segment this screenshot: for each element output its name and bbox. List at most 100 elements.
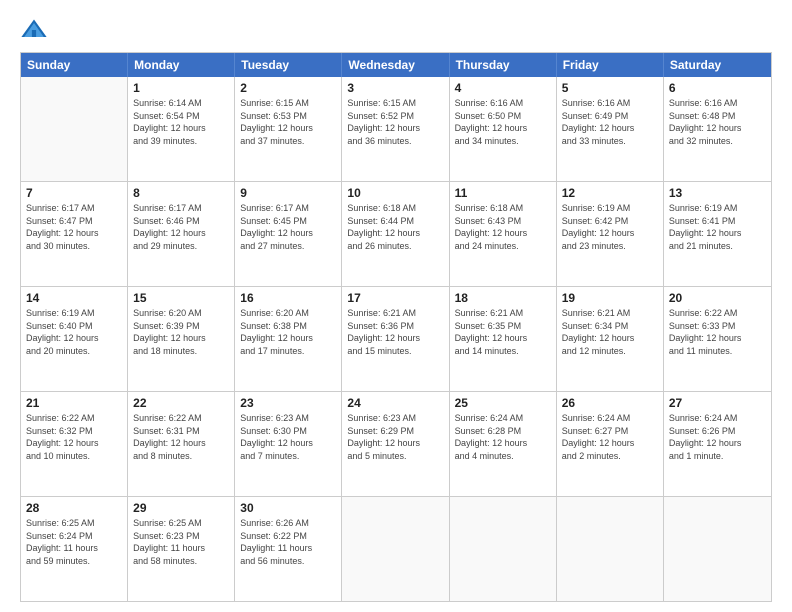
calendar-cell: 14Sunrise: 6:19 AM Sunset: 6:40 PM Dayli… [21,287,128,391]
calendar-cell: 30Sunrise: 6:26 AM Sunset: 6:22 PM Dayli… [235,497,342,601]
day-info: Sunrise: 6:17 AM Sunset: 6:46 PM Dayligh… [133,202,229,252]
day-info: Sunrise: 6:17 AM Sunset: 6:45 PM Dayligh… [240,202,336,252]
day-number: 24 [347,395,443,411]
day-number: 8 [133,185,229,201]
calendar-cell: 7Sunrise: 6:17 AM Sunset: 6:47 PM Daylig… [21,182,128,286]
day-info: Sunrise: 6:19 AM Sunset: 6:41 PM Dayligh… [669,202,766,252]
day-info: Sunrise: 6:20 AM Sunset: 6:38 PM Dayligh… [240,307,336,357]
calendar-cell [21,77,128,181]
calendar-cell: 23Sunrise: 6:23 AM Sunset: 6:30 PM Dayli… [235,392,342,496]
day-number: 30 [240,500,336,516]
calendar-cell: 9Sunrise: 6:17 AM Sunset: 6:45 PM Daylig… [235,182,342,286]
calendar-header: SundayMondayTuesdayWednesdayThursdayFrid… [21,53,771,77]
day-number: 23 [240,395,336,411]
day-info: Sunrise: 6:22 AM Sunset: 6:31 PM Dayligh… [133,412,229,462]
day-info: Sunrise: 6:19 AM Sunset: 6:42 PM Dayligh… [562,202,658,252]
calendar-cell [450,497,557,601]
calendar-row-1: 1Sunrise: 6:14 AM Sunset: 6:54 PM Daylig… [21,77,771,181]
day-number: 28 [26,500,122,516]
day-number: 27 [669,395,766,411]
day-number: 6 [669,80,766,96]
day-info: Sunrise: 6:23 AM Sunset: 6:29 PM Dayligh… [347,412,443,462]
calendar-body: 1Sunrise: 6:14 AM Sunset: 6:54 PM Daylig… [21,77,771,601]
calendar-cell: 28Sunrise: 6:25 AM Sunset: 6:24 PM Dayli… [21,497,128,601]
calendar-cell: 21Sunrise: 6:22 AM Sunset: 6:32 PM Dayli… [21,392,128,496]
day-number: 11 [455,185,551,201]
day-info: Sunrise: 6:14 AM Sunset: 6:54 PM Dayligh… [133,97,229,147]
calendar-cell: 11Sunrise: 6:18 AM Sunset: 6:43 PM Dayli… [450,182,557,286]
day-number: 7 [26,185,122,201]
day-info: Sunrise: 6:24 AM Sunset: 6:26 PM Dayligh… [669,412,766,462]
calendar-cell: 17Sunrise: 6:21 AM Sunset: 6:36 PM Dayli… [342,287,449,391]
day-info: Sunrise: 6:20 AM Sunset: 6:39 PM Dayligh… [133,307,229,357]
calendar-cell [342,497,449,601]
day-info: Sunrise: 6:19 AM Sunset: 6:40 PM Dayligh… [26,307,122,357]
calendar-row-5: 28Sunrise: 6:25 AM Sunset: 6:24 PM Dayli… [21,496,771,601]
day-number: 1 [133,80,229,96]
day-info: Sunrise: 6:18 AM Sunset: 6:44 PM Dayligh… [347,202,443,252]
day-info: Sunrise: 6:15 AM Sunset: 6:52 PM Dayligh… [347,97,443,147]
calendar-cell: 19Sunrise: 6:21 AM Sunset: 6:34 PM Dayli… [557,287,664,391]
day-info: Sunrise: 6:24 AM Sunset: 6:27 PM Dayligh… [562,412,658,462]
logo-icon [20,16,48,44]
calendar-cell: 10Sunrise: 6:18 AM Sunset: 6:44 PM Dayli… [342,182,449,286]
header-day-friday: Friday [557,53,664,77]
calendar-cell: 5Sunrise: 6:16 AM Sunset: 6:49 PM Daylig… [557,77,664,181]
day-info: Sunrise: 6:16 AM Sunset: 6:48 PM Dayligh… [669,97,766,147]
header-day-saturday: Saturday [664,53,771,77]
calendar-cell: 12Sunrise: 6:19 AM Sunset: 6:42 PM Dayli… [557,182,664,286]
day-number: 21 [26,395,122,411]
day-number: 5 [562,80,658,96]
calendar-cell: 4Sunrise: 6:16 AM Sunset: 6:50 PM Daylig… [450,77,557,181]
day-info: Sunrise: 6:17 AM Sunset: 6:47 PM Dayligh… [26,202,122,252]
logo [20,16,52,44]
calendar-row-2: 7Sunrise: 6:17 AM Sunset: 6:47 PM Daylig… [21,181,771,286]
calendar-cell: 29Sunrise: 6:25 AM Sunset: 6:23 PM Dayli… [128,497,235,601]
day-number: 10 [347,185,443,201]
day-number: 9 [240,185,336,201]
day-number: 12 [562,185,658,201]
calendar-cell: 16Sunrise: 6:20 AM Sunset: 6:38 PM Dayli… [235,287,342,391]
header [20,16,772,44]
calendar-row-4: 21Sunrise: 6:22 AM Sunset: 6:32 PM Dayli… [21,391,771,496]
day-number: 29 [133,500,229,516]
day-number: 20 [669,290,766,306]
day-info: Sunrise: 6:23 AM Sunset: 6:30 PM Dayligh… [240,412,336,462]
calendar: SundayMondayTuesdayWednesdayThursdayFrid… [20,52,772,602]
calendar-row-3: 14Sunrise: 6:19 AM Sunset: 6:40 PM Dayli… [21,286,771,391]
day-info: Sunrise: 6:16 AM Sunset: 6:50 PM Dayligh… [455,97,551,147]
calendar-cell: 22Sunrise: 6:22 AM Sunset: 6:31 PM Dayli… [128,392,235,496]
page: SundayMondayTuesdayWednesdayThursdayFrid… [0,0,792,612]
day-number: 17 [347,290,443,306]
day-info: Sunrise: 6:21 AM Sunset: 6:36 PM Dayligh… [347,307,443,357]
calendar-cell: 6Sunrise: 6:16 AM Sunset: 6:48 PM Daylig… [664,77,771,181]
day-info: Sunrise: 6:21 AM Sunset: 6:35 PM Dayligh… [455,307,551,357]
calendar-cell [557,497,664,601]
day-info: Sunrise: 6:26 AM Sunset: 6:22 PM Dayligh… [240,517,336,567]
day-info: Sunrise: 6:25 AM Sunset: 6:24 PM Dayligh… [26,517,122,567]
calendar-cell: 25Sunrise: 6:24 AM Sunset: 6:28 PM Dayli… [450,392,557,496]
calendar-cell: 20Sunrise: 6:22 AM Sunset: 6:33 PM Dayli… [664,287,771,391]
calendar-cell: 2Sunrise: 6:15 AM Sunset: 6:53 PM Daylig… [235,77,342,181]
day-info: Sunrise: 6:18 AM Sunset: 6:43 PM Dayligh… [455,202,551,252]
header-day-wednesday: Wednesday [342,53,449,77]
header-day-sunday: Sunday [21,53,128,77]
calendar-cell: 3Sunrise: 6:15 AM Sunset: 6:52 PM Daylig… [342,77,449,181]
header-day-tuesday: Tuesday [235,53,342,77]
day-number: 4 [455,80,551,96]
calendar-cell: 13Sunrise: 6:19 AM Sunset: 6:41 PM Dayli… [664,182,771,286]
calendar-cell: 1Sunrise: 6:14 AM Sunset: 6:54 PM Daylig… [128,77,235,181]
calendar-cell: 15Sunrise: 6:20 AM Sunset: 6:39 PM Dayli… [128,287,235,391]
calendar-cell: 24Sunrise: 6:23 AM Sunset: 6:29 PM Dayli… [342,392,449,496]
day-number: 19 [562,290,658,306]
day-number: 2 [240,80,336,96]
day-info: Sunrise: 6:21 AM Sunset: 6:34 PM Dayligh… [562,307,658,357]
header-day-thursday: Thursday [450,53,557,77]
day-number: 16 [240,290,336,306]
day-info: Sunrise: 6:15 AM Sunset: 6:53 PM Dayligh… [240,97,336,147]
calendar-cell: 18Sunrise: 6:21 AM Sunset: 6:35 PM Dayli… [450,287,557,391]
day-info: Sunrise: 6:25 AM Sunset: 6:23 PM Dayligh… [133,517,229,567]
day-number: 15 [133,290,229,306]
day-number: 18 [455,290,551,306]
day-number: 13 [669,185,766,201]
